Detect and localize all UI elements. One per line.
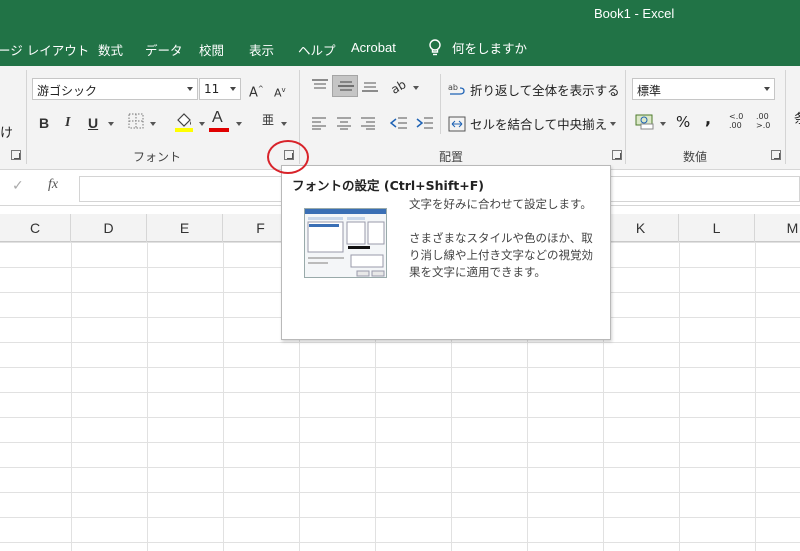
- alignment-group-label: 配置: [439, 150, 464, 164]
- increase-indent-icon[interactable]: [416, 115, 434, 131]
- enter-check-icon[interactable]: ✓: [12, 178, 24, 194]
- tab-formulas[interactable]: 数式: [98, 40, 123, 59]
- decrease-decimal-icon[interactable]: .00 >.0: [756, 112, 770, 130]
- separator: [785, 70, 786, 164]
- clipboard-launcher[interactable]: [11, 150, 21, 160]
- fill-color-icon[interactable]: [174, 111, 194, 133]
- borders-icon[interactable]: [128, 113, 144, 129]
- separator: [26, 70, 27, 164]
- highlight-circle: [267, 140, 309, 174]
- wrap-text-label: 折り返して全体を表示する: [470, 83, 620, 98]
- number-format-combo[interactable]: 標準: [632, 78, 775, 100]
- chevron-down-icon[interactable]: [108, 122, 114, 126]
- align-top-icon[interactable]: [311, 79, 329, 93]
- svg-text:ab: ab: [448, 83, 458, 92]
- phonetic-icon[interactable]: 亜: [262, 112, 274, 128]
- title-bar: Book1 - Excel: [0, 0, 800, 32]
- chevron-down-icon[interactable]: [413, 86, 419, 90]
- chevron-down-icon: [230, 87, 236, 91]
- tab-help[interactable]: ヘルプ: [298, 40, 336, 59]
- font-name-value: 游ゴシック: [37, 84, 98, 98]
- tooltip-title: フォントの設定 (Ctrl+Shift+F): [292, 178, 484, 193]
- chevron-down-icon[interactable]: [660, 122, 666, 126]
- orientation-icon[interactable]: ab: [388, 76, 409, 97]
- tell-me-label: 何をしますか: [452, 41, 528, 56]
- align-right-icon[interactable]: [360, 116, 376, 130]
- excel-window: Book1 - Excel ージ レイアウト 数式 データ 校閲 表示 ヘルプ …: [0, 0, 800, 551]
- align-left-icon[interactable]: [311, 116, 327, 130]
- tell-me-search[interactable]: 何をしますか: [428, 38, 527, 57]
- number-group-label: 数値: [683, 150, 708, 164]
- currency-format-icon[interactable]: [635, 112, 655, 130]
- column-header-d[interactable]: D: [71, 214, 147, 242]
- decrease-indent-icon[interactable]: [390, 115, 408, 131]
- font-group-label: フォント: [133, 150, 182, 164]
- font-dialog-thumbnail: [304, 208, 387, 278]
- clipboard-partial-label: け: [0, 126, 14, 141]
- increase-font-icon[interactable]: A^: [249, 81, 264, 101]
- column-header-c[interactable]: C: [0, 214, 71, 242]
- ribbon-tabs: ージ レイアウト 数式 データ 校閲 表示 ヘルプ Acrobat 何をしますか: [0, 32, 800, 66]
- column-header-l[interactable]: L: [679, 214, 755, 242]
- column-header-e[interactable]: E: [147, 214, 223, 242]
- font-size-combo[interactable]: 11: [199, 78, 241, 100]
- tab-page-layout[interactable]: ージ レイアウト: [0, 40, 89, 59]
- tooltip-desc-line1: 文字を好みに合わせて設定します。: [409, 197, 592, 211]
- wrap-text-button[interactable]: ab 折り返して全体を表示する: [448, 80, 620, 99]
- font-name-combo[interactable]: 游ゴシック: [32, 78, 198, 100]
- gridline: [679, 242, 680, 551]
- separator: [625, 70, 626, 164]
- wrap-text-icon: ab: [448, 83, 465, 95]
- align-center-icon[interactable]: [336, 116, 352, 130]
- chevron-down-icon[interactable]: [236, 122, 242, 126]
- conditional-partial-label: 条: [794, 108, 800, 127]
- chevron-down-icon[interactable]: [199, 122, 205, 126]
- font-size-value: 11: [204, 82, 220, 96]
- comma-style-button[interactable]: ,: [705, 109, 711, 128]
- align-bottom-icon[interactable]: [361, 79, 379, 93]
- chevron-down-icon[interactable]: [150, 122, 156, 126]
- decrease-font-icon[interactable]: Av: [274, 82, 286, 102]
- gridline: [147, 242, 148, 551]
- separator: [440, 74, 441, 134]
- alignment-settings-launcher[interactable]: [612, 150, 622, 160]
- increase-decimal-icon[interactable]: <.0.00: [729, 112, 743, 130]
- dialog-preview-image: [305, 209, 386, 277]
- merge-center-icon: [448, 116, 466, 131]
- italic-button[interactable]: I: [65, 115, 70, 131]
- merge-center-button[interactable]: セルを結合して中央揃え: [448, 114, 607, 133]
- column-header-k[interactable]: K: [603, 214, 679, 242]
- underline-button[interactable]: U: [88, 115, 98, 131]
- font-color-swatch: [209, 128, 229, 132]
- percent-style-button[interactable]: %: [676, 113, 690, 131]
- merge-center-label: セルを結合して中央揃え: [470, 117, 608, 132]
- chevron-down-icon[interactable]: [281, 122, 287, 126]
- tab-view[interactable]: 表示: [249, 40, 274, 59]
- window-title: Book1 - Excel: [594, 6, 675, 21]
- gridline: [223, 242, 224, 551]
- align-middle-icon: [338, 81, 354, 91]
- gridline: [755, 242, 756, 551]
- align-middle-button[interactable]: [332, 75, 358, 97]
- gridline: [71, 242, 72, 551]
- tab-acrobat[interactable]: Acrobat: [351, 40, 396, 55]
- column-header-m[interactable]: M: [755, 214, 800, 242]
- tooltip-desc-line2: さまざまなスタイルや色のほか、取り消し線や上付き文字などの視覚効果を文字に適用で…: [409, 231, 593, 279]
- number-settings-launcher[interactable]: [771, 150, 781, 160]
- chevron-down-icon: [187, 87, 193, 91]
- ribbon: け 游ゴシック 11 A^ Av B I U A 亜 フォント ab ab 折り…: [0, 66, 800, 170]
- tooltip-description: 文字を好みに合わせて設定します。 さまざまなスタイルや色のほか、取り消し線や上付…: [409, 196, 603, 298]
- tab-data[interactable]: データ: [145, 40, 183, 59]
- insert-function-icon[interactable]: fx: [48, 177, 58, 193]
- font-color-icon[interactable]: A: [212, 110, 223, 126]
- chevron-down-icon[interactable]: [610, 122, 616, 126]
- tab-review[interactable]: 校閲: [199, 40, 224, 59]
- number-format-value: 標準: [637, 84, 662, 98]
- lightbulb-icon: [429, 38, 441, 55]
- bold-button[interactable]: B: [39, 115, 49, 131]
- chevron-down-icon: [764, 87, 770, 91]
- font-settings-tooltip: フォントの設定 (Ctrl+Shift+F) 文字を好みに合わせて設定します。 …: [281, 165, 611, 340]
